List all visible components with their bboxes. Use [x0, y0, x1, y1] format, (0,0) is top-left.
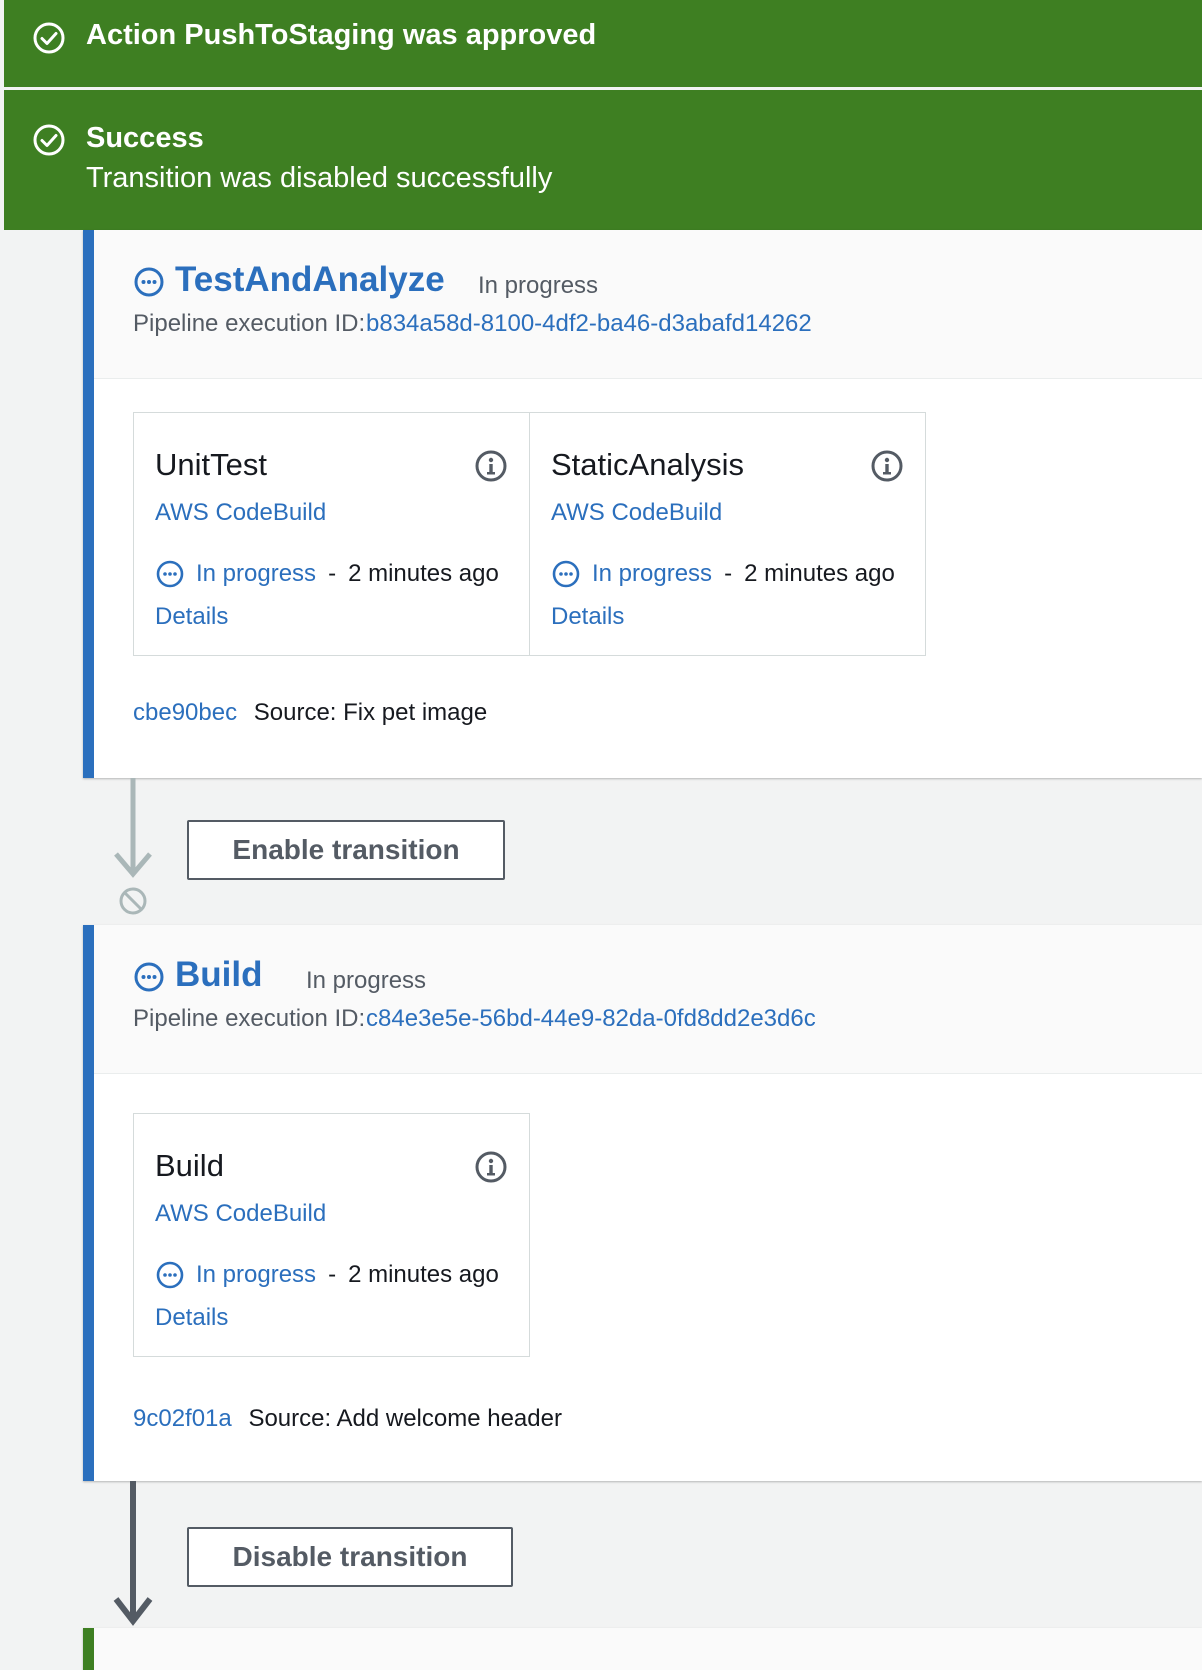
status-separator: -: [724, 560, 733, 587]
info-icon[interactable]: [474, 1150, 508, 1184]
stage-next-partial: [83, 1628, 1202, 1670]
action-provider-link[interactable]: AWS CodeBuild: [551, 499, 722, 527]
action-status-row: In progress - 2 minutes ago: [155, 1260, 499, 1290]
stage-status: In progress: [306, 967, 427, 994]
action-time: 2 minutes ago: [744, 560, 895, 587]
action-provider-link[interactable]: AWS CodeBuild: [155, 499, 326, 527]
stage-testandanalyze: TestAndAnalyze In progress Pipeline exec…: [83, 230, 1202, 778]
in-progress-icon: [134, 962, 164, 992]
action-status-row: In progress - 2 minutes ago: [155, 559, 499, 589]
action-time: 2 minutes ago: [348, 560, 499, 587]
flash-approved-message: Action PushToStaging was approved: [86, 19, 597, 51]
execution-id-link[interactable]: c84e3e5e-56bd-44e9-82da-0fd8dd2e3d6c: [366, 1005, 816, 1033]
action-status-link[interactable]: In progress: [592, 560, 712, 588]
action-card-staticanalysis: StaticAnalysis AWS CodeBuild In progress…: [529, 412, 926, 656]
stage-status: In progress: [478, 272, 599, 299]
action-details-link[interactable]: Details: [155, 603, 228, 631]
action-name: UnitTest: [155, 447, 267, 482]
transition-arrow-enabled: [113, 1481, 153, 1626]
source-message: Source: Fix pet image: [253, 699, 488, 726]
check-circle-icon: [33, 124, 65, 156]
stage-name[interactable]: TestAndAnalyze: [175, 260, 445, 300]
action-status-link[interactable]: In progress: [196, 560, 316, 588]
action-time: 2 minutes ago: [348, 1261, 499, 1288]
flash-approved: Action PushToStaging was approved: [4, 0, 1202, 87]
pipeline-page: Action PushToStaging was approved Succes…: [0, 0, 1202, 1670]
info-icon[interactable]: [870, 449, 904, 483]
stage-build: Build In progress Pipeline execution ID:…: [83, 925, 1202, 1481]
execution-id-link[interactable]: b834a58d-8100-4df2-ba46-d3abafd14262: [366, 310, 812, 338]
action-card-build: Build AWS CodeBuild In progress - 2 minu…: [133, 1113, 530, 1357]
in-progress-icon: [552, 560, 580, 588]
in-progress-icon: [156, 1261, 184, 1289]
in-progress-icon: [134, 267, 164, 297]
status-separator: -: [328, 1261, 337, 1288]
stage-header: TestAndAnalyze In progress Pipeline exec…: [94, 230, 1202, 379]
status-separator: -: [328, 560, 337, 587]
action-status-link[interactable]: In progress: [196, 1261, 316, 1289]
execution-id-label: Pipeline execution ID:: [133, 1005, 366, 1032]
transition-arrow-disabled: [114, 778, 152, 878]
action-card-unittest: UnitTest AWS CodeBuild In progress - 2 m…: [133, 412, 530, 656]
source-message: Source: Add welcome header: [248, 1405, 562, 1432]
disable-transition-button[interactable]: Disable transition: [187, 1527, 513, 1587]
action-provider-link[interactable]: AWS CodeBuild: [155, 1200, 326, 1228]
source-commit-link[interactable]: 9c02f01a: [133, 1405, 232, 1432]
source-commit-link[interactable]: cbe90bec: [133, 699, 237, 726]
flash-success: Success Transition was disabled successf…: [4, 90, 1202, 230]
action-name: StaticAnalysis: [551, 447, 744, 482]
check-circle-icon: [33, 22, 65, 54]
flash-success-title: Success: [86, 122, 204, 154]
source-row: 9c02f01a Source: Add welcome header: [133, 1405, 562, 1433]
action-status-row: In progress - 2 minutes ago: [551, 559, 895, 589]
in-progress-icon: [156, 560, 184, 588]
stage-header: Build In progress Pipeline execution ID:…: [94, 925, 1202, 1074]
source-row: cbe90bec Source: Fix pet image: [133, 699, 487, 727]
flash-success-message: Transition was disabled successfully: [86, 162, 553, 194]
execution-id-label: Pipeline execution ID:: [133, 310, 366, 337]
action-details-link[interactable]: Details: [551, 603, 624, 631]
disabled-circle-icon: [119, 887, 147, 915]
action-name: Build: [155, 1148, 224, 1183]
enable-transition-button[interactable]: Enable transition: [187, 820, 505, 880]
info-icon[interactable]: [474, 449, 508, 483]
stage-name[interactable]: Build: [175, 955, 262, 995]
action-details-link[interactable]: Details: [155, 1304, 228, 1332]
